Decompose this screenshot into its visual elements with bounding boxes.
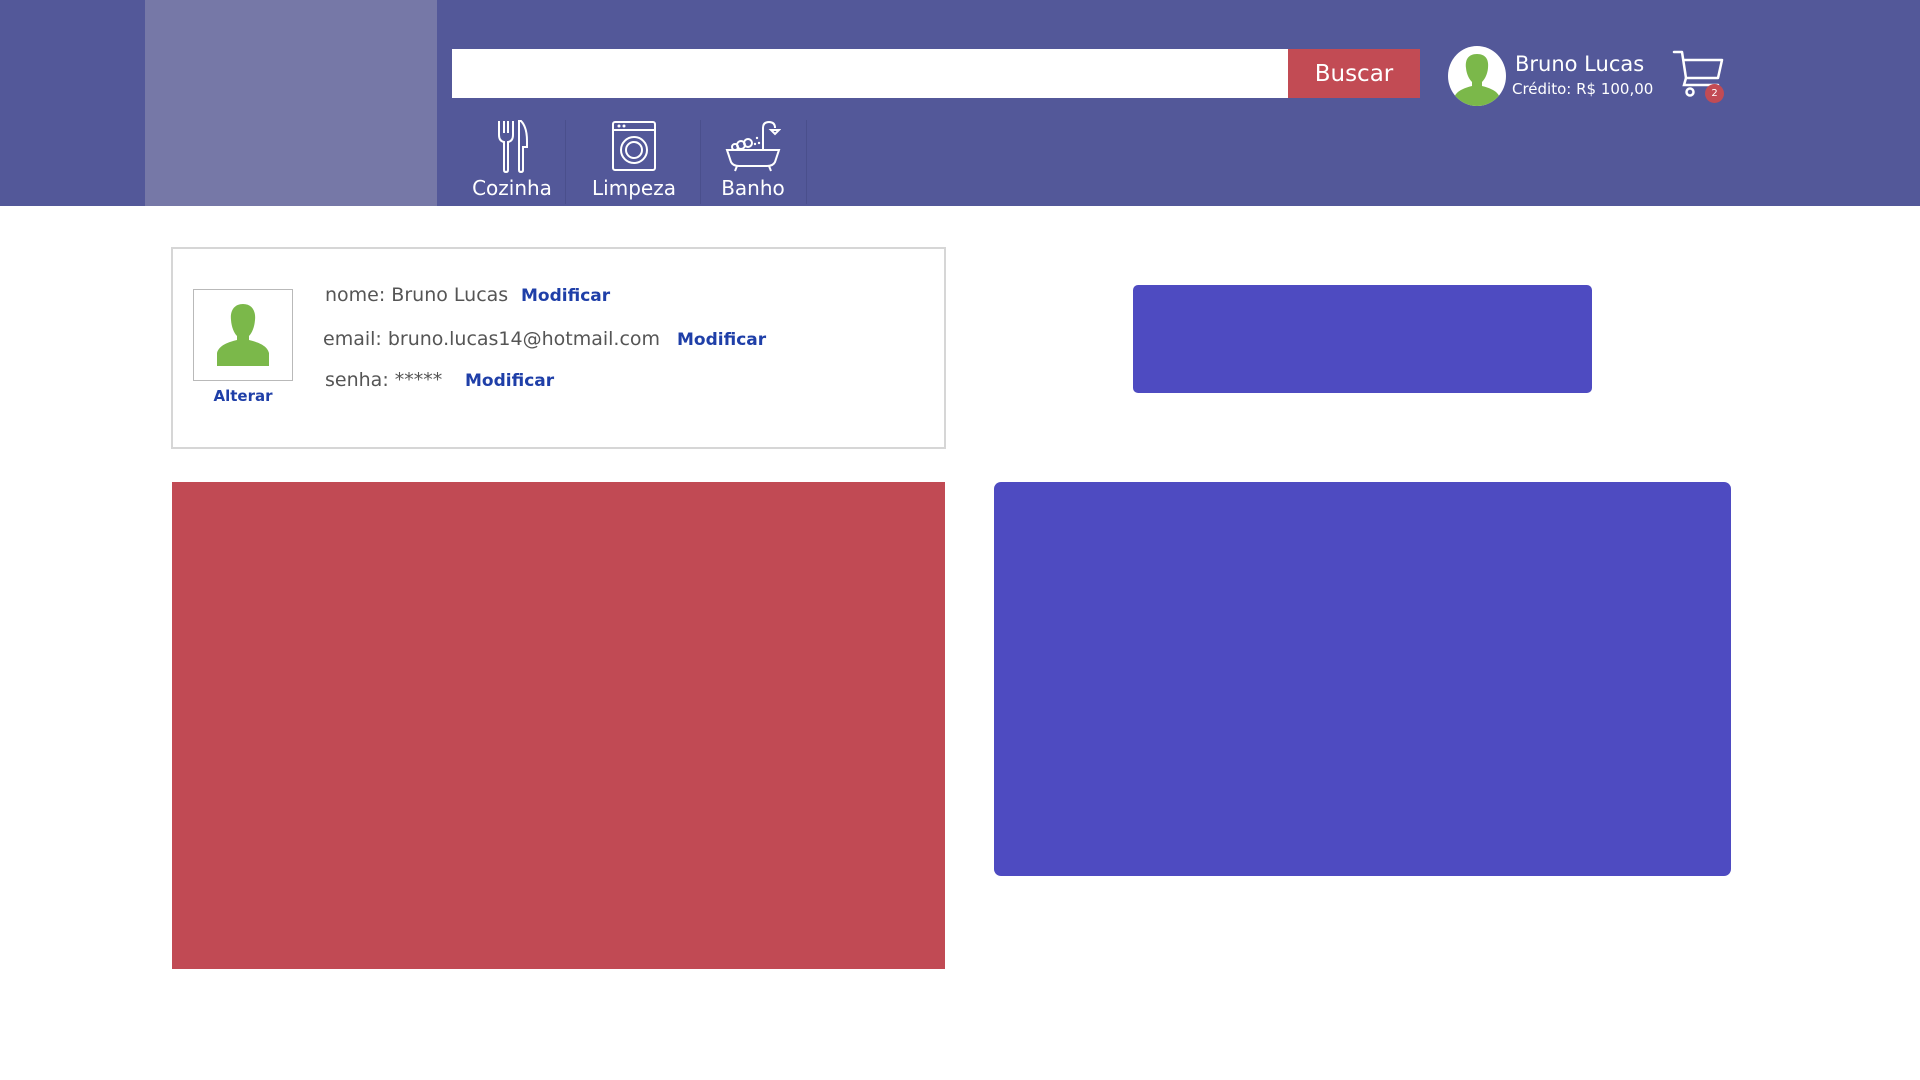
password-field: senha: *****: [325, 369, 443, 391]
user-silhouette-icon: [217, 304, 269, 366]
nav-label: Limpeza: [592, 176, 676, 200]
search-button[interactable]: Buscar: [1288, 49, 1420, 98]
logo-placeholder[interactable]: [145, 0, 437, 206]
washing-machine-icon: [612, 121, 656, 171]
nav-item-banho[interactable]: Banho: [716, 118, 790, 206]
red-content-panel: [172, 482, 945, 969]
profile-photo[interactable]: [193, 289, 293, 381]
cart-count-badge: 2: [1705, 84, 1724, 103]
user-name[interactable]: Bruno Lucas: [1515, 52, 1644, 76]
top-right-banner[interactable]: [1133, 285, 1592, 393]
nav-item-cozinha[interactable]: Cozinha: [470, 118, 554, 206]
modify-name-link[interactable]: Modificar: [521, 286, 610, 306]
name-field: nome: Bruno Lucas: [325, 284, 509, 306]
change-photo-link[interactable]: Alterar: [195, 387, 291, 405]
email-field: email: bruno.lucas14@hotmail.com: [323, 328, 661, 350]
nav-label: Cozinha: [472, 176, 552, 200]
nav-label: Banho: [721, 176, 785, 200]
nav-item-limpeza[interactable]: Limpeza: [584, 118, 684, 206]
user-credit: Crédito: R$ 100,00: [1512, 80, 1654, 98]
nav-divider: [700, 120, 701, 204]
search-input[interactable]: [452, 49, 1288, 98]
user-silhouette-icon: [1454, 54, 1500, 106]
nav-divider: [806, 120, 807, 204]
modify-password-link[interactable]: Modificar: [465, 371, 554, 391]
user-avatar[interactable]: [1448, 46, 1506, 106]
cutlery-icon: [498, 120, 528, 173]
blue-content-panel: [994, 482, 1731, 876]
modify-email-link[interactable]: Modificar: [677, 330, 766, 350]
bathtub-icon: [725, 120, 781, 172]
nav-divider: [565, 120, 566, 204]
